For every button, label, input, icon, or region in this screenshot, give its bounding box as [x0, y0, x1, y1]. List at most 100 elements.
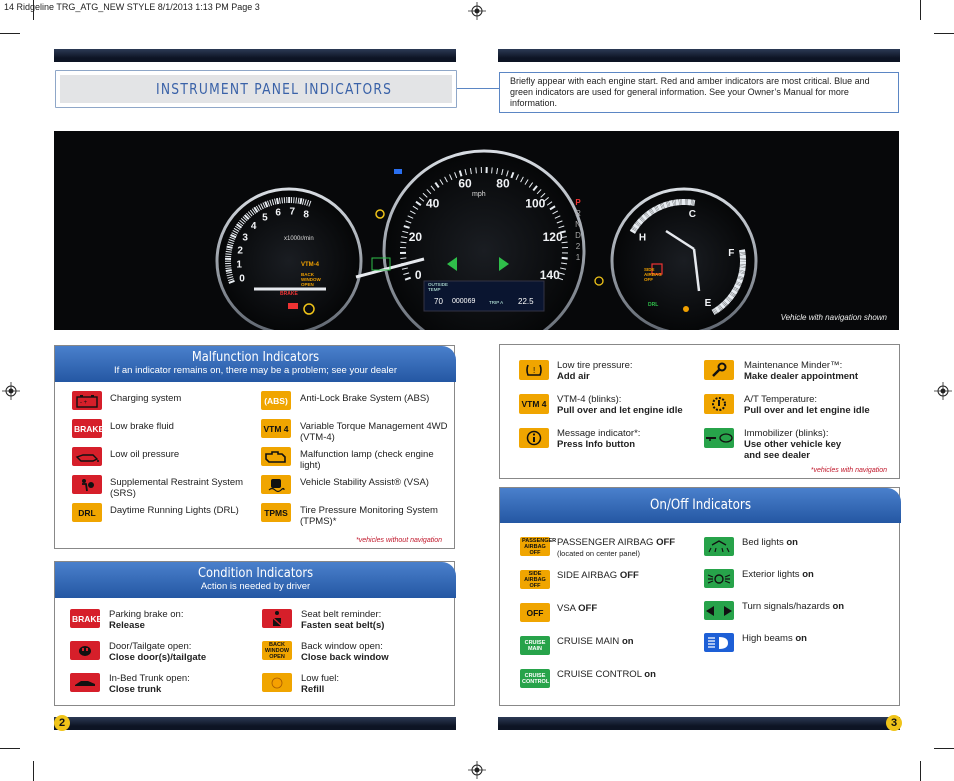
- gauge-tick: [295, 197, 298, 204]
- page-title-box: INSTRUMENT PANEL INDICATORS: [55, 70, 457, 108]
- cruise-control-icon-text: CRUISE CONTROL: [522, 672, 550, 685]
- info-item-text: Message indicator*:: [557, 428, 641, 439]
- crop-mark: [0, 748, 20, 749]
- gauge-tick-label: 20: [409, 230, 423, 244]
- onoff-item-state: on: [644, 669, 656, 680]
- header-bar-right: [498, 49, 900, 62]
- gauge-tick-label: 140: [540, 268, 560, 282]
- trip-label: TRIP A: [489, 300, 504, 305]
- gauge-tick-label: 6: [275, 208, 281, 219]
- gauge-tick-label: 1: [236, 260, 242, 271]
- side-airbag-lamp-label: SIDE AIRBAG OFF: [644, 267, 662, 282]
- malfunction-item-label: Vehicle Stability Assist® (VSA): [300, 477, 450, 488]
- back-window-icon: BACK WINDOW OPEN: [262, 641, 292, 660]
- gauge-tick: [739, 253, 746, 256]
- malfunction-item-text: Malfunction lamp (check engine light): [300, 449, 434, 471]
- condition-item-action: Fasten seat belt(s): [301, 620, 385, 631]
- gear-position: 1: [575, 253, 581, 262]
- gear-position: N: [575, 220, 581, 229]
- gauge-tick-label: 80: [496, 177, 510, 191]
- gauge-tick-label: E: [705, 298, 712, 309]
- outside-temp-value: 70: [434, 297, 443, 306]
- onoff-item-text: VSA: [557, 603, 576, 614]
- gauge-tick: [299, 198, 303, 205]
- gauge-tick-label: 7: [289, 206, 295, 217]
- condition-item-label: In-Bed Trunk open: Close trunk: [109, 673, 249, 695]
- onoff-item-state: OFF: [656, 537, 676, 548]
- crop-mark: [33, 0, 34, 20]
- back-window-icon-text: BACK WINDOW OPEN: [264, 641, 290, 660]
- passenger-airbag-off-icon-text: PASSENGER AIRBAG OFF: [522, 537, 557, 556]
- condition-item-text: In-Bed Trunk open:: [109, 673, 190, 684]
- gauge-tick: [675, 199, 679, 206]
- onoff-item-text: SIDE AIRBAG: [557, 570, 618, 581]
- condition-item-text: Parking brake on:: [109, 609, 184, 620]
- speedo-unit-label: mph: [472, 191, 486, 198]
- gauge-tick: [689, 199, 692, 206]
- crop-mark: [0, 33, 20, 34]
- gauge-tick: [226, 245, 233, 249]
- onoff-item-label: Bed lights on: [742, 537, 892, 548]
- malfunction-header: Malfunction Indicators If an indicator r…: [55, 346, 456, 382]
- high-beam-icon: [704, 633, 734, 652]
- door-open-icon: [70, 641, 100, 660]
- condition-panel: Condition Indicators Action is needed by…: [54, 561, 456, 706]
- crop-mark: [920, 0, 921, 20]
- onoff-item-text: CRUISE CONTROL: [557, 669, 642, 680]
- gauge-cluster-graphic: 0 1 2 345 6 7 8 0 20 40 60 80 100 120 140 H C F E: [54, 131, 899, 330]
- condition-item-label: Back window open: Close back window: [301, 641, 451, 663]
- crop-mark: [934, 748, 954, 749]
- footer-bar-right: [498, 717, 900, 730]
- gauge-tick-label: 3: [242, 232, 248, 243]
- svg-text:- +: - +: [80, 400, 88, 406]
- condition-header: Condition Indicators Action is needed by…: [55, 562, 456, 598]
- gauge-tick: [225, 269, 232, 272]
- onoff-item-label: SIDE AIRBAG OFF: [557, 570, 697, 581]
- side-airbag-off-icon-text: SIDE AIRBAG OFF: [524, 570, 546, 589]
- info-item-action: Make dealer appointment: [744, 371, 859, 382]
- info-item-label: VTM-4 (blinks): Pull over and let engine …: [557, 394, 697, 416]
- condition-item-action: Release: [109, 620, 145, 631]
- brake-icon: BRAKE: [72, 419, 104, 438]
- info-icon: [519, 428, 549, 448]
- gauge-tick-label: C: [689, 209, 696, 220]
- condition-item-label: Seat belt reminder: Fasten seat belt(s): [301, 609, 451, 631]
- cruise-main-icon-text: CRUISE MAIN: [524, 639, 546, 652]
- info-item-action: Add air: [557, 371, 590, 382]
- malfunction-item-label: Charging system: [110, 393, 255, 404]
- vsa-icon: [261, 475, 291, 494]
- info-item-text: Immobilizer (blinks):: [744, 428, 829, 439]
- onoff-item-text: CRUISE MAIN: [557, 636, 620, 647]
- drl-icon: DRL: [72, 503, 102, 522]
- trip-value: 22.5: [518, 297, 534, 306]
- airbag-icon: [72, 475, 102, 494]
- condition-item-label: Low fuel: Refill: [301, 673, 451, 695]
- onoff-item-text: Exterior lights: [742, 569, 800, 580]
- onoff-item-label: Exterior lights on: [742, 569, 892, 580]
- condition-title: Condition Indicators: [197, 565, 314, 581]
- onoff-item-state: on: [832, 601, 845, 612]
- abs-icon: (ABS): [261, 391, 291, 410]
- drl-icon-text: DRL: [78, 507, 96, 518]
- malfunction-item-label: Anti-Lock Brake System (ABS): [300, 393, 450, 404]
- info-item-text: Maintenance Minder™:: [744, 360, 843, 371]
- exterior-lights-icon: [704, 569, 734, 588]
- outside-temp-label: OUTSIDE TEMP: [428, 282, 449, 292]
- vsa-off-icon-text: OFF: [526, 607, 544, 618]
- onoff-item-text: Bed lights: [742, 537, 784, 548]
- gauge-tick-label: 40: [426, 196, 440, 210]
- oil-can-icon: [72, 447, 102, 466]
- onoff-panel: On/Off Indicators PASSENGER AIRBAG OFF PA…: [499, 487, 901, 706]
- condition-item-text: Door/Tailgate open:: [109, 641, 192, 652]
- title-connector: [457, 88, 499, 89]
- information-panel: ! Low tire pressure: Add air VTM 4 VTM-4 (bl…: [499, 344, 900, 479]
- passenger-airbag-off-icon: PASSENGER AIRBAG OFF: [520, 537, 557, 556]
- malfunction-panel: Malfunction Indicators If an indicator r…: [54, 345, 456, 549]
- condition-subtitle: Action is needed by driver: [200, 581, 311, 592]
- fuel-icon: [262, 673, 292, 692]
- parking-brake-icon-text: BRAKE: [72, 613, 103, 624]
- onoff-item-label: PASSENGER AIRBAG OFF (located on center p…: [557, 537, 697, 559]
- malfunction-item-text: Variable Torque Management 4WD (VTM-4): [300, 421, 448, 443]
- condition-item-label: Door/Tailgate open: Close door(s)/tailgat…: [109, 641, 249, 663]
- gauge-tick: [561, 256, 568, 260]
